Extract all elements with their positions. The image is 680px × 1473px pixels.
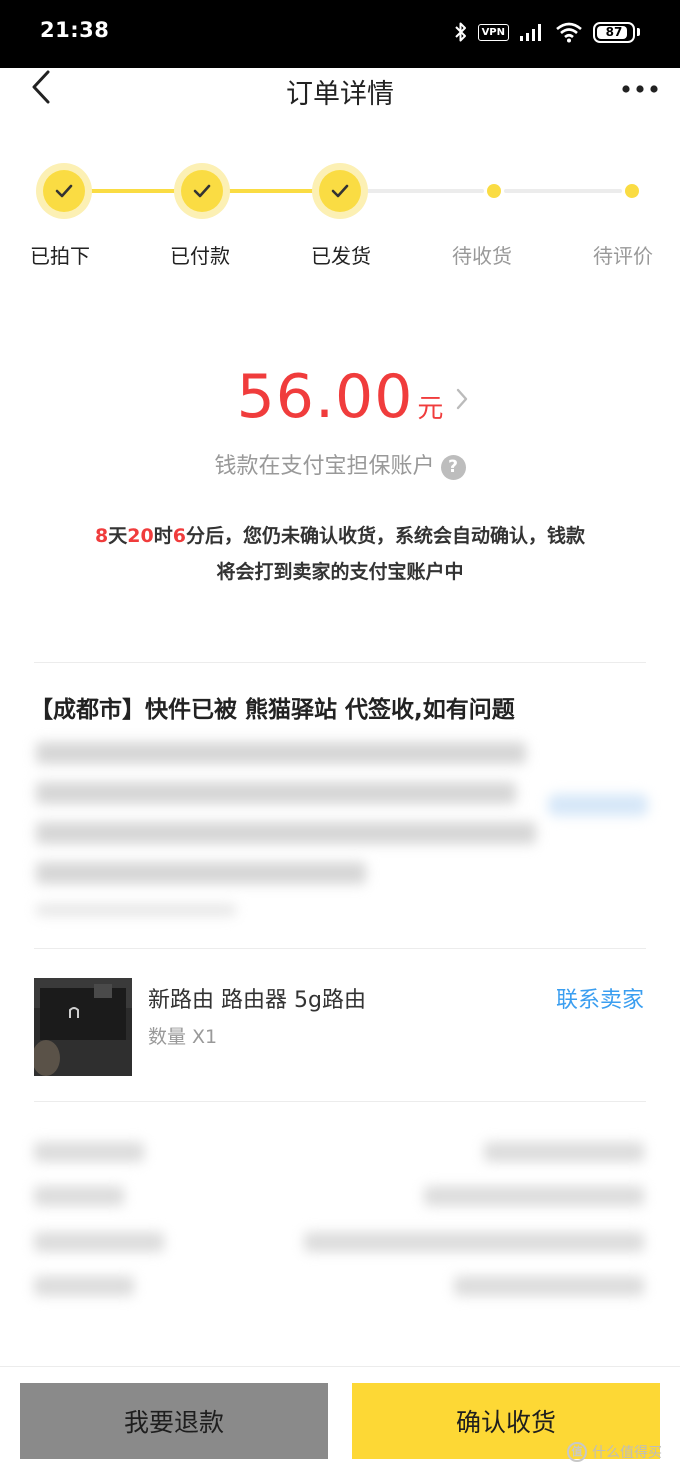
help-icon[interactable]: ? <box>440 455 466 480</box>
divider <box>34 662 646 663</box>
contact-seller-link[interactable]: 联系卖家 <box>556 982 644 1014</box>
amount-value: 56.00 <box>236 362 414 432</box>
watermark-logo-icon: 值 <box>567 1442 587 1462</box>
notice-line2: 将会打到卖家的支付宝账户中 <box>216 561 464 583</box>
nav-bar: 订单详情 <box>0 68 680 112</box>
divider <box>34 1101 646 1102</box>
escrow-text: 钱款在支付宝担保账户 <box>214 454 435 479</box>
product-quantity: 数量 X1 <box>148 1026 218 1048</box>
step-label: 待评价 <box>593 244 653 268</box>
refund-button[interactable]: 我要退款 <box>20 1383 328 1459</box>
blurred-logistics-detail <box>36 736 536 926</box>
step-label: 已付款 <box>170 244 230 268</box>
status-icons: VPN 87 <box>454 18 640 46</box>
more-dots-icon[interactable] <box>618 74 662 104</box>
order-amount[interactable]: 56.00 元 <box>0 362 680 432</box>
step-label: 待收货 <box>452 244 512 268</box>
step-3-check-icon <box>312 163 368 219</box>
watermark-text: 什么值得买 <box>592 1445 662 1461</box>
notice-line1: 分后，您仍未确认收货，系统会自动确认，钱款 <box>185 525 585 547</box>
bluetooth-icon <box>454 22 466 42</box>
watermark: 值 什么值得买 <box>567 1442 662 1462</box>
signal-icon <box>520 24 541 41</box>
progress-line <box>228 189 314 193</box>
logistics-status[interactable]: 【成都市】快件已被 熊猫驿站 代签收,如有问题 <box>30 690 515 724</box>
amount-unit: 元 <box>417 394 444 424</box>
countdown-minutes: 6 <box>172 525 186 547</box>
progress-line <box>504 189 622 193</box>
battery-tip <box>637 28 640 36</box>
step-1-check-icon <box>36 163 92 219</box>
step-4-dot <box>487 184 501 198</box>
countdown-hours-unit: 时 <box>153 525 173 547</box>
step-2-check-icon <box>174 163 230 219</box>
step-5-dot <box>625 184 639 198</box>
blurred-link[interactable] <box>548 794 648 816</box>
escrow-status: 钱款在支付宝担保账户? <box>0 448 680 480</box>
auto-confirm-notice: 8天20时6分后，您仍未确认收货，系统会自动确认，钱款 将会打到卖家的支付宝账户… <box>60 518 620 590</box>
product-image[interactable] <box>34 978 132 1076</box>
product-name[interactable]: 新路由 路由器 5g路由 <box>148 982 366 1014</box>
progress-line <box>90 189 176 193</box>
countdown-days: 8 <box>95 525 109 547</box>
progress-line <box>366 189 484 193</box>
blurred-order-details <box>34 1130 646 1310</box>
order-progress: 已拍下 已付款 已发货 待收货 待评价 <box>0 150 680 280</box>
battery-icon: 87 <box>593 21 635 43</box>
divider <box>34 948 646 949</box>
step-label: 已发货 <box>311 244 371 268</box>
wifi-icon <box>556 22 582 43</box>
status-bar: 21:38 VPN 87 <box>0 0 680 68</box>
countdown-hours: 20 <box>127 525 154 547</box>
chevron-right-icon[interactable] <box>452 384 472 414</box>
battery-level: 87 <box>605 25 623 39</box>
vpn-icon: VPN <box>477 23 509 41</box>
countdown-days-unit: 天 <box>108 525 128 547</box>
page-title: 订单详情 <box>286 79 394 110</box>
step-label: 已拍下 <box>30 244 90 268</box>
status-time: 21:38 <box>40 18 110 42</box>
